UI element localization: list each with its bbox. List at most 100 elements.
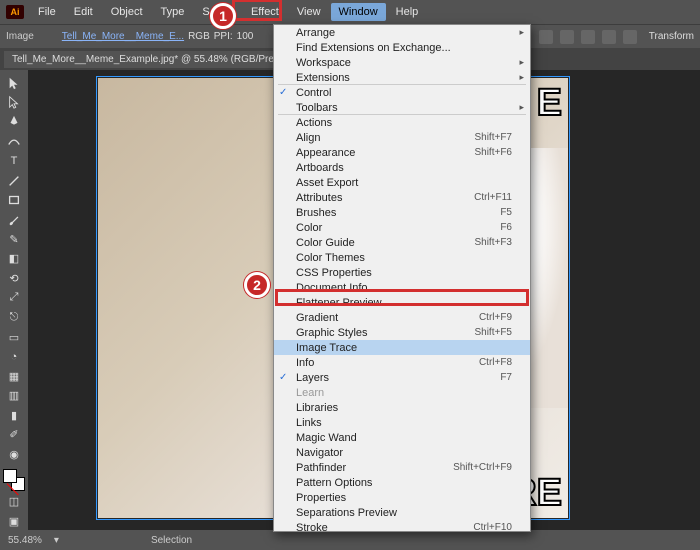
menu-item-color-guide[interactable]: Color GuideShift+F3 bbox=[274, 235, 530, 250]
brush-tool-icon[interactable] bbox=[4, 211, 24, 229]
menu-item-extensions[interactable]: Extensions bbox=[274, 70, 530, 85]
align-icon[interactable] bbox=[539, 30, 553, 44]
menu-item-layers[interactable]: ✓LayersF7 bbox=[274, 370, 530, 385]
menu-item-shortcut: Shift+Ctrl+F9 bbox=[453, 462, 512, 473]
menu-item-color[interactable]: ColorF6 bbox=[274, 220, 530, 235]
menu-item-color-themes[interactable]: Color Themes bbox=[274, 250, 530, 265]
menu-view[interactable]: View bbox=[289, 3, 329, 21]
menu-item-gradient[interactable]: GradientCtrl+F9 bbox=[274, 310, 530, 325]
free-transform-tool-icon[interactable]: ▭ bbox=[4, 328, 24, 346]
menu-item-separations-preview[interactable]: Separations Preview bbox=[274, 505, 530, 520]
document-tab-title: Tell_Me_More__Meme_Example.jpg* @ 55.48%… bbox=[12, 54, 297, 65]
menu-item-artboards[interactable]: Artboards bbox=[274, 160, 530, 175]
linked-file-name[interactable]: Tell_Me_More__Meme_E... bbox=[62, 31, 184, 42]
menu-item-css-properties[interactable]: CSS Properties bbox=[274, 265, 530, 280]
align-icon[interactable] bbox=[560, 30, 574, 44]
rectangle-tool-icon[interactable] bbox=[4, 191, 24, 209]
width-tool-icon[interactable]: ⎋ bbox=[4, 309, 24, 327]
menu-window[interactable]: Window bbox=[331, 3, 386, 21]
selection-type-label: Image bbox=[6, 31, 34, 42]
menu-item-label: Learn bbox=[296, 387, 324, 399]
menu-item-actions[interactable]: Actions bbox=[274, 115, 530, 130]
menu-item-flattener-preview[interactable]: Flattener Preview bbox=[274, 295, 530, 310]
menu-item-shortcut: Ctrl+F10 bbox=[473, 522, 512, 532]
menu-item-shortcut: Shift+F7 bbox=[474, 132, 512, 143]
menu-item-workspace[interactable]: Workspace bbox=[274, 55, 530, 70]
menu-item-image-trace[interactable]: Image Trace bbox=[274, 340, 530, 355]
menu-item-label: Actions bbox=[296, 117, 332, 129]
shape-builder-tool-icon[interactable]: ◔ bbox=[4, 348, 24, 366]
menu-item-label: Find Extensions on Exchange... bbox=[296, 42, 451, 54]
screen-mode-icon[interactable]: ▣ bbox=[4, 512, 24, 530]
menu-item-find-extensions-on-exchange-[interactable]: Find Extensions on Exchange... bbox=[274, 40, 530, 55]
menu-item-attributes[interactable]: Attributes Ctrl+F11 bbox=[274, 190, 530, 205]
rotate-tool-icon[interactable]: ⟲ bbox=[4, 270, 24, 288]
fill-stroke-swatches[interactable] bbox=[3, 469, 25, 490]
menu-item-libraries[interactable]: Libraries bbox=[274, 400, 530, 415]
menu-item-links[interactable]: Links bbox=[274, 415, 530, 430]
menu-item-appearance[interactable]: AppearanceShift+F6 bbox=[274, 145, 530, 160]
fill-swatch[interactable] bbox=[3, 469, 17, 483]
menu-item-label: Info bbox=[296, 357, 314, 369]
menu-item-toolbars[interactable]: Toolbars bbox=[274, 100, 530, 115]
menu-item-label: Color Guide bbox=[296, 237, 355, 249]
shaper-tool-icon[interactable]: ✎ bbox=[4, 231, 24, 249]
align-icon[interactable] bbox=[581, 30, 595, 44]
menu-item-label: Toolbars bbox=[296, 102, 338, 114]
menu-item-asset-export[interactable]: Asset Export bbox=[274, 175, 530, 190]
type-tool-icon[interactable]: T bbox=[4, 152, 24, 170]
direct-selection-tool-icon[interactable] bbox=[4, 94, 24, 112]
menu-item-label: Attributes bbox=[296, 192, 342, 204]
menu-item-graphic-styles[interactable]: Graphic StylesShift+F5 bbox=[274, 325, 530, 340]
menu-item-arrange[interactable]: Arrange bbox=[274, 25, 530, 40]
menu-effect[interactable]: Effect bbox=[243, 3, 287, 21]
align-icon[interactable] bbox=[623, 30, 637, 44]
menu-item-magic-wand[interactable]: Magic Wand bbox=[274, 430, 530, 445]
scale-tool-icon[interactable]: ⤢ bbox=[4, 289, 24, 307]
menu-item-stroke[interactable]: StrokeCtrl+F10 bbox=[274, 520, 530, 532]
blend-tool-icon[interactable]: ◉ bbox=[4, 446, 24, 464]
align-icon[interactable] bbox=[602, 30, 616, 44]
menu-item-shortcut: Ctrl+F11 bbox=[474, 192, 512, 203]
eraser-tool-icon[interactable]: ◧ bbox=[4, 250, 24, 268]
tool-panel: T ✎ ◧ ⟲ ⤢ ⎋ ▭ ◔ ▦ ▥ ▮ ✐ ◉ ◫ ▣ bbox=[0, 70, 28, 530]
menu-item-label: Control bbox=[296, 87, 331, 99]
eyedropper-tool-icon[interactable]: ✐ bbox=[4, 426, 24, 444]
transform-link[interactable]: Transform bbox=[649, 31, 694, 42]
menu-item-brushes[interactable]: BrushesF5 bbox=[274, 205, 530, 220]
menu-item-align[interactable]: Align Shift+F7 bbox=[274, 130, 530, 145]
menu-help[interactable]: Help bbox=[388, 3, 427, 21]
menu-item-pathfinder[interactable]: PathfinderShift+Ctrl+F9 bbox=[274, 460, 530, 475]
curvature-tool-icon[interactable] bbox=[4, 133, 24, 151]
check-icon: ✓ bbox=[279, 372, 287, 383]
menu-type[interactable]: Type bbox=[153, 3, 193, 21]
zoom-level[interactable]: 55.48% bbox=[8, 535, 42, 546]
menu-object[interactable]: Object bbox=[103, 3, 151, 21]
pen-tool-icon[interactable] bbox=[4, 113, 24, 131]
draw-mode-icon[interactable]: ◫ bbox=[4, 493, 24, 511]
line-tool-icon[interactable] bbox=[4, 172, 24, 190]
menu-item-navigator[interactable]: Navigator bbox=[274, 445, 530, 460]
document-tab[interactable]: Tell_Me_More__Meme_Example.jpg* @ 55.48%… bbox=[4, 51, 317, 68]
color-mode-label: RGB bbox=[188, 31, 210, 42]
menu-file[interactable]: File bbox=[30, 3, 64, 21]
menu-item-shortcut: F6 bbox=[500, 222, 512, 233]
meme-text-top: E bbox=[537, 84, 562, 122]
menu-item-label: Align bbox=[296, 132, 320, 144]
menu-item-shortcut: F5 bbox=[500, 207, 512, 218]
menu-item-pattern-options[interactable]: Pattern Options bbox=[274, 475, 530, 490]
menu-item-control[interactable]: ✓Control bbox=[274, 85, 530, 100]
menu-item-shortcut: Ctrl+F9 bbox=[479, 312, 512, 323]
menu-item-document-info[interactable]: Document Info bbox=[274, 280, 530, 295]
menu-item-properties[interactable]: Properties bbox=[274, 490, 530, 505]
menu-edit[interactable]: Edit bbox=[66, 3, 101, 21]
gradient-tool-icon[interactable]: ▮ bbox=[4, 407, 24, 425]
menu-item-shortcut: Ctrl+F8 bbox=[479, 357, 512, 368]
app-logo: Ai bbox=[6, 5, 24, 19]
perspective-tool-icon[interactable]: ▦ bbox=[4, 367, 24, 385]
mesh-tool-icon[interactable]: ▥ bbox=[4, 387, 24, 405]
menu-item-info[interactable]: Info Ctrl+F8 bbox=[274, 355, 530, 370]
annotation-2: 2 bbox=[244, 272, 270, 298]
annotation-1: 1 bbox=[210, 3, 236, 29]
selection-tool-icon[interactable] bbox=[4, 74, 24, 92]
